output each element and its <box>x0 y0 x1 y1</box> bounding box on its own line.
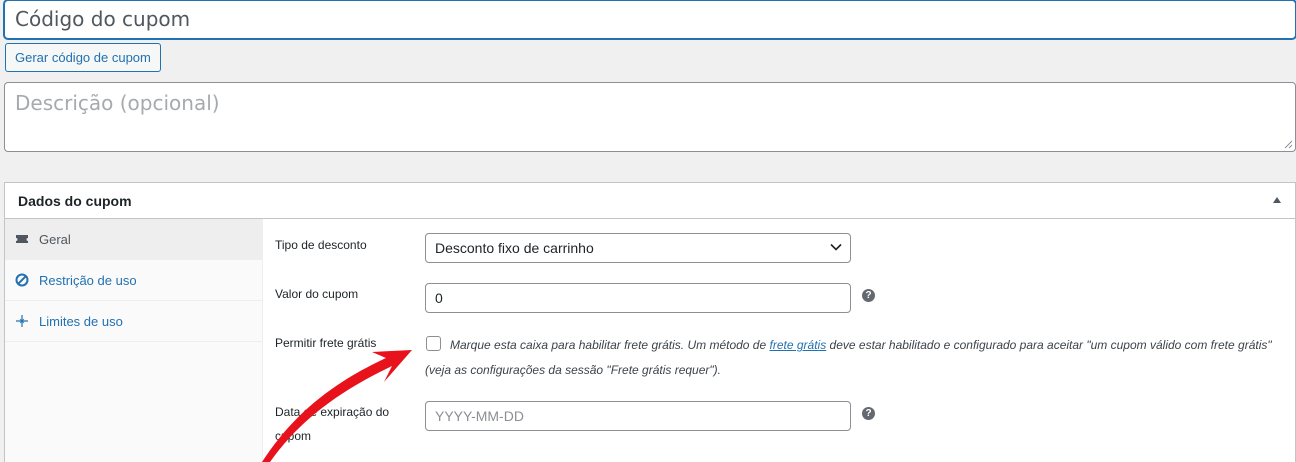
expiry-date-label-line2: cupom <box>275 429 312 443</box>
coupon-data-tabs: Geral Restrição de uso Limites de uso <box>5 219 263 462</box>
coupon-data-header: Dados do cupom <box>5 183 1295 219</box>
discount-type-value: Desconto fixo de carrinho <box>435 240 594 256</box>
general-panel: Tipo de desconto Desconto fixo de carrin… <box>264 219 1295 462</box>
generate-coupon-code-button[interactable]: Gerar código de cupom <box>5 43 161 72</box>
free-shipping-label: Permitir frete grátis <box>275 336 377 350</box>
coupon-data-title: Dados do cupom <box>18 193 132 209</box>
free-shipping-description: Marque esta caixa para habilitar frete g… <box>425 333 1275 383</box>
tab-usage-restriction-label: Restrição de uso <box>39 273 137 288</box>
free-shipping-link[interactable]: frete grátis <box>770 338 827 352</box>
help-icon[interactable]: ? <box>862 407 875 420</box>
coupon-amount-label: Valor do cupom <box>275 287 359 301</box>
description-textarea[interactable]: Descrição (opcional) <box>4 82 1296 152</box>
coupon-code-input[interactable]: Código do cupom <box>4 0 1296 39</box>
crosshair-icon <box>16 315 28 327</box>
description-placeholder: Descrição (opcional) <box>15 91 220 115</box>
coupon-data-box: Dados do cupom Geral Restrição de uso Li… <box>4 182 1296 462</box>
expiry-date-input[interactable]: YYYY-MM-DD <box>425 401 851 431</box>
tab-usage-limits[interactable]: Limites de uso <box>5 301 262 342</box>
tab-general-label: Geral <box>39 232 71 247</box>
free-shipping-desc-before: Marque esta caixa para habilitar frete g… <box>450 338 770 352</box>
help-icon[interactable]: ? <box>862 289 875 302</box>
collapse-arrow-icon[interactable] <box>1273 197 1281 203</box>
ticket-icon <box>16 235 28 243</box>
prohibited-icon <box>15 273 29 287</box>
discount-type-select[interactable]: Desconto fixo de carrinho <box>425 233 851 263</box>
discount-type-label: Tipo de desconto <box>275 238 367 252</box>
tab-general[interactable]: Geral <box>5 219 262 260</box>
tab-usage-restriction[interactable]: Restrição de uso <box>5 260 262 301</box>
expiry-date-label: Data de expiração do <box>275 405 390 419</box>
chevron-down-icon <box>830 243 842 251</box>
tab-usage-limits-label: Limites de uso <box>39 314 123 329</box>
resize-grip-icon[interactable] <box>1284 140 1293 149</box>
coupon-amount-input[interactable]: 0 <box>425 283 851 313</box>
